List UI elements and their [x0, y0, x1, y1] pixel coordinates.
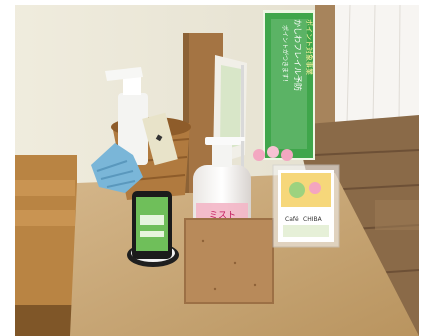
photo-frame: ◆ ポイントがつきます！ かしわフレイル予防 ポイント対象事業 ミスト Café… — [0, 0, 421, 336]
banner-line3: ポイント対象事業 — [305, 19, 314, 75]
banner-line2: かしわフレイル予防 — [293, 19, 303, 91]
pop-card-brand: CHIBA — [303, 216, 323, 223]
banner-line1: ポイントがつきます！ — [281, 25, 289, 85]
curtain — [333, 5, 419, 125]
flower-decor — [253, 149, 265, 161]
photo: ◆ ポイントがつきます！ かしわフレイル予防 ポイント対象事業 ミスト Café… — [15, 5, 419, 336]
cork-mat — [185, 219, 273, 303]
pop-card-logo: Café — [285, 216, 299, 223]
